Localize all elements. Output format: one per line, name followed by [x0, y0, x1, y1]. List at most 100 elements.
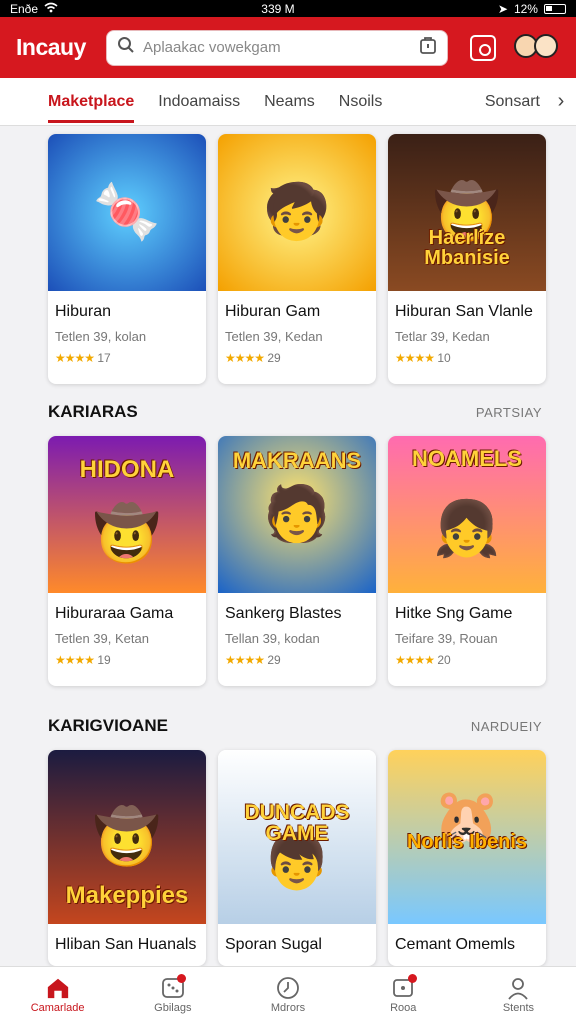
tab-nsoils[interactable]: Nsoils [339, 78, 383, 126]
game-thumbnail: 🤠 Makeppies [48, 750, 206, 924]
battery-percent: 12% [513, 1, 538, 16]
rating-count: 29 [267, 351, 281, 365]
game-card[interactable]: 🐹 Norlis Ibenis Cemant Omemls [388, 750, 546, 966]
game-thumbnail: HIDONA 🤠 [48, 436, 206, 593]
game-title: Hiburan Gam [225, 303, 321, 320]
nav-item-stents[interactable]: Stents [461, 967, 576, 1024]
app-header: Incauy Aplaakac vowekgam [0, 17, 576, 78]
share-icon[interactable] [470, 34, 496, 61]
nav-label: Camarlade [30, 1002, 85, 1014]
tab-sonsart[interactable]: Sonsart [485, 78, 540, 126]
clock-icon [276, 977, 300, 999]
game-card[interactable]: 🧒 Hiburan Gam Tetlen 39, Kedan ★★★★ 29 [218, 134, 376, 384]
battery-icon [543, 3, 566, 14]
star-icon: ★★★★ [55, 351, 95, 365]
thumbnail-caption: Makeppies [65, 882, 189, 909]
game-subtitle: Tetlar 39, Kedan [395, 329, 490, 344]
game-subtitle: Teifare 39, Rouan [395, 631, 498, 646]
nav-item-gbilags[interactable]: Gbilags [115, 967, 230, 1024]
game-thumbnail: 🧒 [218, 134, 376, 291]
game-thumbnail: MAKRAANS 🧑 [218, 436, 376, 593]
game-title: Hiburan [55, 303, 112, 320]
star-icon: ★★★★ [395, 653, 435, 667]
section-header: KARIGVIOANE NARDUEIY [48, 716, 542, 736]
rating-count: 19 [97, 653, 111, 667]
tab-indoamaiss[interactable]: Indoamaiss [158, 78, 240, 126]
thumbnail-caption: DUNCADS GAME [244, 801, 350, 845]
game-title: Hiburan San Vlanle [395, 303, 533, 320]
section-title: KARIGVIOANE [48, 716, 168, 735]
game-rating: ★★★★ 10 [388, 344, 546, 365]
section-more-link[interactable]: PARTSIAY [476, 405, 542, 420]
location-icon: ➤ [497, 1, 508, 16]
game-subtitle: Tetlen 39, Kedan [225, 329, 323, 344]
category-tabs: Maketplace Indoamaiss Neams Nsoils Sonsa… [0, 78, 576, 126]
game-card[interactable]: 🍬 Hiburan Tetlen 39, kolan ★★★★ 17 [48, 134, 206, 384]
game-title: Hitke Sng Game [395, 605, 513, 622]
search-bar[interactable]: Aplaakac vowekgam [106, 29, 448, 66]
chevron-right-icon[interactable]: › [546, 78, 576, 126]
thumbnail-caption: Norlis Ibenis [406, 831, 528, 853]
game-title: Sporan Sugal [225, 936, 322, 953]
bottom-nav: Camarlade Gbilags Mdrors Rooa Stents [0, 966, 576, 1024]
game-row: 🤠 Makeppies Hliban San Huanals 👦 DUNCADS… [48, 750, 548, 966]
game-thumbnail: 🍬 [48, 134, 206, 291]
game-title: Hliban San Huanals [55, 936, 197, 953]
star-icon: ★★★★ [225, 351, 265, 365]
thumbnail-caption: HIDONA [79, 456, 175, 483]
search-icon [117, 36, 135, 59]
star-icon: ★★★★ [55, 653, 95, 667]
game-card[interactable]: HIDONA 🤠 Hiburaraa Gama Tetlen 39, Ketan… [48, 436, 206, 686]
wifi-icon [44, 2, 58, 16]
game-card[interactable]: NOAMELS 👧 Hitke Sng Game Teifare 39, Rou… [388, 436, 546, 686]
rating-count: 10 [437, 351, 451, 365]
game-thumbnail: 🤠 Haerlize Mbanisie [388, 134, 546, 291]
person-icon [506, 977, 530, 1000]
nav-label: Gbilags [154, 1002, 192, 1014]
game-card[interactable]: 🤠 Haerlize Mbanisie Hiburan San Vlanle T… [388, 134, 546, 384]
home-icon [46, 977, 70, 999]
rating-count: 20 [437, 653, 451, 667]
game-title: Hiburaraa Gama [55, 605, 174, 622]
tab-neams[interactable]: Neams [264, 78, 315, 126]
nav-label: Mdrors [270, 1002, 306, 1014]
thumbnail-caption: MAKRAANS [232, 448, 362, 473]
thumbnail-caption: NOAMELS [412, 446, 522, 471]
game-subtitle: Tetlen 39, kolan [55, 329, 147, 344]
search-input[interactable]: Aplaakac vowekgam [143, 39, 411, 56]
game-subtitle: Tetlen 39, Ketan [55, 631, 149, 646]
game-rating: ★★★★ 20 [388, 646, 546, 667]
game-card[interactable]: 👦 DUNCADS GAME Sporan Sugal [218, 750, 376, 966]
section-more-link[interactable]: NARDUEIY [471, 719, 542, 734]
main-content[interactable]: 🍬 Hiburan Tetlen 39, kolan ★★★★ 17 🧒 Hib… [0, 126, 576, 966]
section-title: KARIARAS [48, 402, 138, 421]
star-icon: ★★★★ [395, 351, 435, 365]
status-bar: Enðe 339 M ➤ 12% [0, 0, 576, 17]
nav-item-mdrors[interactable]: Mdrors [230, 967, 345, 1024]
carrier-label: Enðe [10, 1, 39, 16]
section-header: KARIARAS PARTSIAY [48, 402, 542, 422]
game-rating: ★★★★ 19 [48, 646, 206, 667]
game-card[interactable]: MAKRAANS 🧑 Sankerg Blastes Tellan 39, ko… [218, 436, 376, 686]
game-title: Cemant Omemls [395, 936, 516, 953]
star-icon: ★★★★ [225, 653, 265, 667]
game-title: Sankerg Blastes [225, 605, 342, 622]
notification-badge [407, 974, 417, 983]
game-row: 🍬 Hiburan Tetlen 39, kolan ★★★★ 17 🧒 Hib… [48, 134, 548, 384]
avatar[interactable] [514, 28, 560, 68]
nav-item-rooa[interactable]: Rooa [346, 967, 461, 1024]
app-logo: Incauy [16, 34, 86, 60]
game-card[interactable]: 🤠 Makeppies Hliban San Huanals [48, 750, 206, 966]
rating-count: 29 [267, 653, 281, 667]
game-thumbnail: 🐹 Norlis Ibenis [388, 750, 546, 924]
game-rating: ★★★★ 29 [218, 646, 376, 667]
nav-item-camarlade[interactable]: Camarlade [0, 967, 115, 1024]
game-rating: ★★★★ 29 [218, 344, 376, 365]
game-row: HIDONA 🤠 Hiburaraa Gama Tetlen 39, Ketan… [48, 436, 548, 686]
bag-icon[interactable] [419, 35, 437, 60]
game-rating: ★★★★ 17 [48, 344, 206, 365]
notification-badge [177, 974, 187, 983]
nav-label: Stents [502, 1002, 534, 1014]
game-subtitle: Tellan 39, kodan [225, 631, 320, 646]
tab-marketplace[interactable]: Maketplace [48, 78, 135, 126]
